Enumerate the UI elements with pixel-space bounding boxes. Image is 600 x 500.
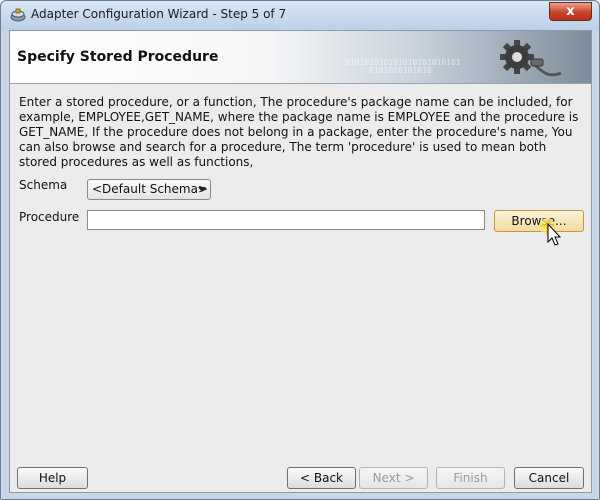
help-label: Help xyxy=(38,471,67,485)
cancel-label: Cancel xyxy=(528,471,570,485)
next-button[interactable]: Next > xyxy=(359,467,428,489)
schema-value: <Default Schema> xyxy=(92,182,209,196)
procedure-label: Procedure xyxy=(19,210,80,224)
next-label: Next > xyxy=(372,471,415,485)
binary-decoration: 010101010101010101010101 0101010101010 xyxy=(345,58,461,75)
cancel-button[interactable]: Cancel xyxy=(514,467,584,489)
close-icon: x xyxy=(566,4,575,19)
mouse-pointer-icon xyxy=(539,218,562,246)
window-title: Adapter Configuration Wizard - Step 5 of… xyxy=(31,7,287,21)
gear-plug-icon xyxy=(500,40,562,77)
step-header: Specify Stored Procedure 010101010101010… xyxy=(10,31,591,84)
help-button[interactable]: Help xyxy=(17,467,88,489)
page-title: Specify Stored Procedure xyxy=(17,49,219,65)
finish-label: Finish xyxy=(453,471,488,485)
schema-label: Schema xyxy=(19,178,68,192)
procedure-input[interactable] xyxy=(87,210,485,230)
chevron-down-icon xyxy=(198,187,206,192)
title-bar[interactable]: Adapter Configuration Wizard - Step 5 of… xyxy=(1,1,599,30)
wizard-window: Adapter Configuration Wizard - Step 5 of… xyxy=(0,0,600,500)
back-label: < Back xyxy=(299,471,343,485)
schema-select[interactable]: <Default Schema> xyxy=(87,179,211,200)
adapter-icon xyxy=(10,8,26,22)
finish-button[interactable]: Finish xyxy=(436,467,505,489)
back-button[interactable]: < Back xyxy=(287,467,356,489)
wizard-body: Specify Stored Procedure 010101010101010… xyxy=(9,30,592,493)
close-button[interactable]: x xyxy=(549,2,592,21)
step-description: Enter a stored procedure, or a function,… xyxy=(19,95,579,169)
